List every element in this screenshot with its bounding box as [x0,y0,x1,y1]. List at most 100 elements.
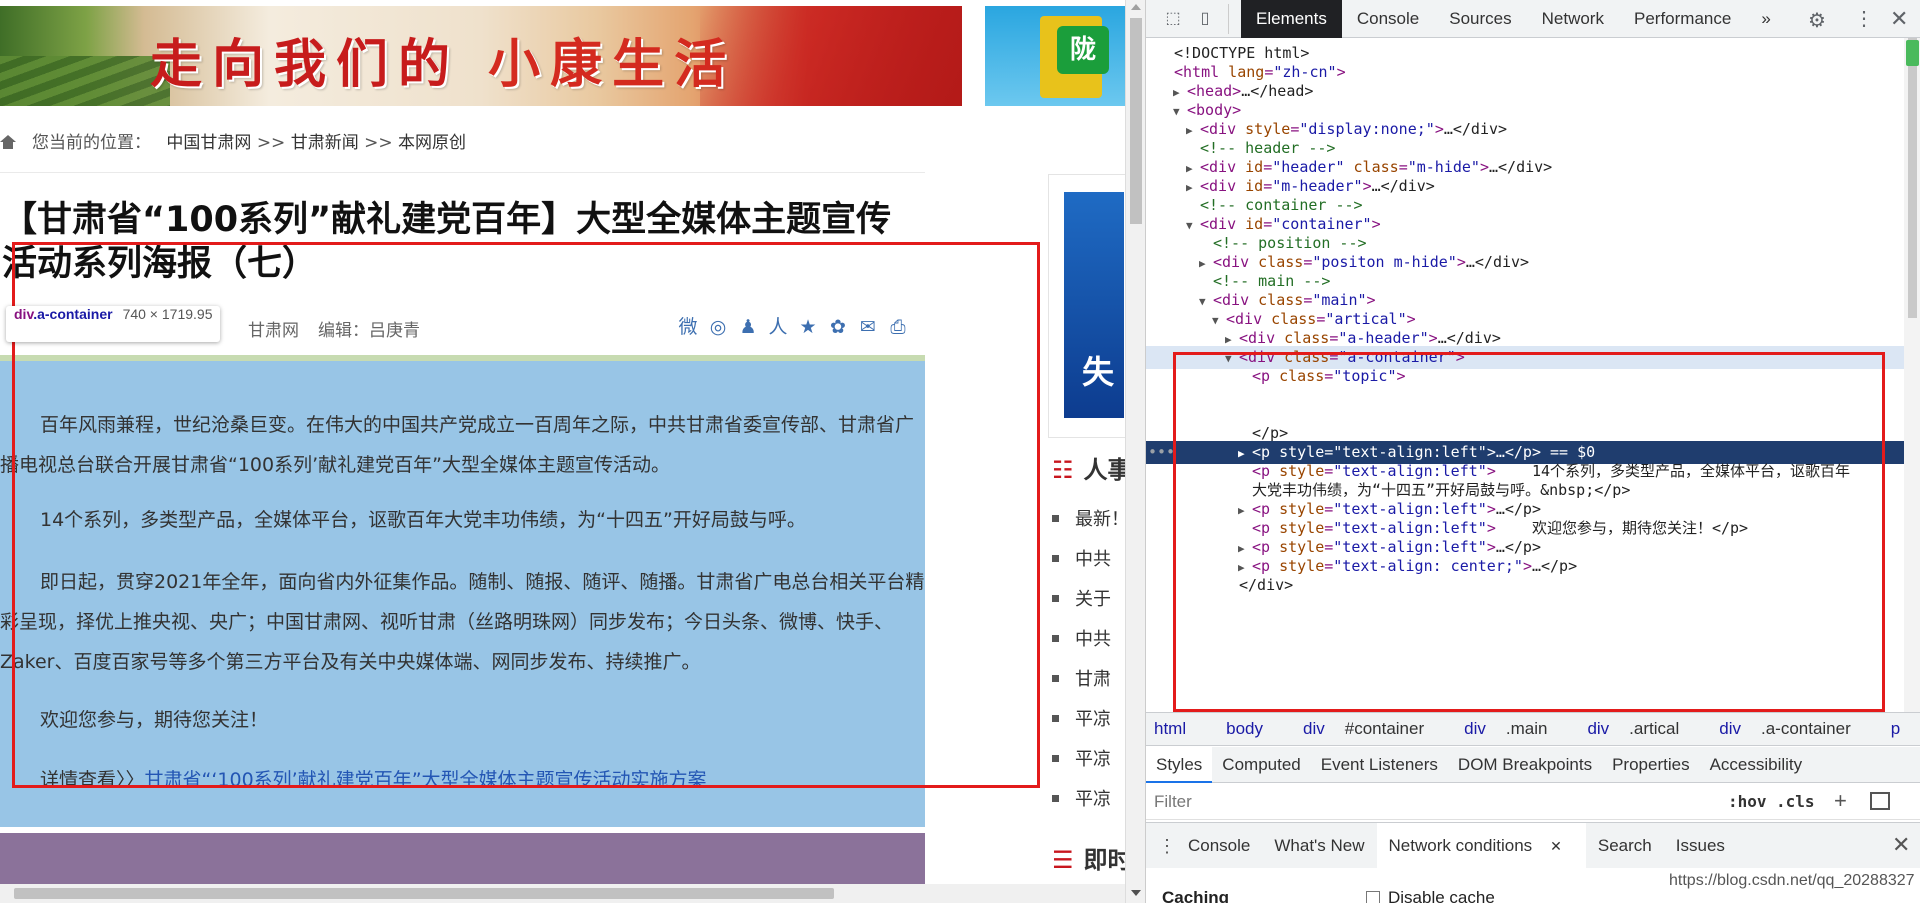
top-banner[interactable]: 走向我们的 小康生活 [0,6,962,106]
inspect-element-icon[interactable]: ⬚ [1162,8,1184,30]
close-icon[interactable]: ✕ [1890,6,1908,32]
devtools-panel: ⬚ ▯ Elements Console Sources Network Perform… [1145,0,1920,903]
dom-attr-name: style [1236,120,1291,138]
breadcrumb-item[interactable]: div .main [1464,719,1567,739]
side-banner[interactable]: 陇 [985,6,1125,106]
tab-accessibility[interactable]: Accessibility [1700,747,1813,783]
drawer-tab-console[interactable]: Console [1176,823,1262,869]
dom-attr-value: "positon m-hide" [1312,253,1457,271]
dom-tag: <head [1187,82,1233,100]
home-icon[interactable] [0,135,16,149]
dom-attr-name: class [1275,329,1330,347]
dom-comment: <!-- main --> [1213,272,1331,290]
scroll-down-icon[interactable] [1131,890,1141,896]
dom-attr-eq: = [1263,215,1273,233]
dom-attr-name: class [1249,291,1304,309]
drawer-menu-icon[interactable]: ⋮ [1146,823,1176,869]
dom-tag: <div [1200,158,1237,176]
dom-attr-eq: = [1263,158,1273,176]
dom-tag: <div [1200,120,1237,138]
dom-attr-value: "container" [1272,215,1372,233]
dom-tail: …</div> [1465,253,1530,271]
checkbox-icon[interactable] [1366,891,1380,903]
vertical-scrollbar[interactable] [1125,0,1145,903]
sidebar-ad[interactable]: 失 [1048,174,1126,438]
drawer-tab-what-s-new[interactable]: What's New [1262,823,1376,869]
tab-performance[interactable]: Performance [1619,0,1746,38]
dom-tag: > [1456,253,1466,271]
devtools-tabs: Elements Console Sources Network Performance… [1241,0,1786,38]
dom-tail: …</div> [1489,158,1553,176]
inspect-tooltip: div.a-container 740 × 1719.95 [6,306,221,342]
sidebar-heading: ☰ 即时 [1052,840,1132,875]
new-rule-icon[interactable]: + [1834,788,1847,814]
breadcrumb-link-news[interactable]: 甘肃新闻 [291,133,359,153]
devtools-toolbar: ⬚ ▯ Elements Console Sources Network Perform… [1146,0,1920,38]
list-item[interactable]: 最新！ [1052,505,1129,545]
breadcrumb-item[interactable]: html [1154,719,1206,739]
tab-dom-breakpoints[interactable]: DOM Breakpoints [1448,747,1602,783]
tab-computed[interactable]: Computed [1212,747,1310,783]
dom-attr-name: class [1262,310,1317,328]
scrollbar-thumb[interactable] [1130,18,1142,224]
tab-event-listeners[interactable]: Event Listeners [1311,747,1448,783]
cls-toggle[interactable]: .cls [1776,792,1815,811]
dom-scrollbar[interactable] [1904,38,1920,712]
drawer-tab-search[interactable]: Search [1586,823,1664,869]
tab-console[interactable]: Console [1342,0,1434,38]
breadcrumb-item[interactable]: body [1226,719,1283,739]
sidebar-toggle-icon[interactable] [1870,792,1890,810]
breadcrumb-item[interactable]: div #container [1303,719,1444,739]
dom-tail: …</div> [1437,329,1501,347]
drawer-close-icon[interactable]: ✕ [1892,832,1910,858]
dom-attr-value: "display:none;" [1299,120,1435,138]
list-item[interactable]: 甘肃 [1052,665,1129,705]
dom-attr-eq: = [1263,177,1273,195]
scroll-up-icon[interactable] [1131,4,1141,10]
list-item[interactable]: 平凉 [1052,745,1129,785]
sidebar-news-list: 最新！ 中共 关于 中共 甘肃 平凉 平凉 平凉 [1052,505,1129,825]
more-menu-icon[interactable]: ⋮ [1854,6,1874,31]
breadcrumb-tag: div [1587,719,1610,738]
tab-styles[interactable]: Styles [1146,747,1213,783]
breadcrumb-link-site[interactable]: 中国甘肃网 [166,133,251,153]
scrollbar-thumb[interactable] [1908,38,1917,318]
tab-sources[interactable]: Sources [1434,0,1526,38]
tab-network[interactable]: Network [1527,0,1619,38]
disable-cache-checkbox[interactable]: Disable cache [1366,888,1495,903]
dom-attr-name: class [1249,253,1304,271]
horizontal-scrollbar[interactable] [0,884,1125,903]
breadcrumb-tag: div [1303,719,1325,738]
list-item[interactable]: 平凉 [1052,785,1129,825]
tab-elements[interactable]: Elements [1241,0,1342,38]
dom-attr-eq: = [1290,120,1300,138]
dom-tag: <div [1239,329,1276,347]
list-item[interactable]: 中共 [1052,545,1129,585]
breadcrumb-item[interactable]: p [1891,719,1920,739]
drawer-tab-network-conditions[interactable]: Network conditions ✕ [1376,822,1586,869]
breadcrumb-item[interactable]: div .artical [1587,719,1699,739]
annotation-box [1173,352,1885,712]
banner-title: 走向我们的 小康生活 [150,22,736,97]
close-icon[interactable]: ✕ [1538,838,1574,854]
drawer-tab-issues[interactable]: Issues [1664,823,1737,869]
tab-properties[interactable]: Properties [1602,747,1699,783]
list-icon: ☰ [1052,846,1074,874]
list-item[interactable]: 中共 [1052,625,1129,665]
filter-input[interactable]: Filter [1154,792,1192,812]
dom-tail: …</div> [1443,120,1508,138]
gear-icon[interactable]: ⚙ [1808,8,1826,33]
breadcrumb-link-original[interactable]: 本网原创 [398,133,466,153]
dom-attr-value: "main" [1312,291,1367,309]
scrollbar-thumb[interactable] [14,888,834,899]
hov-toggle[interactable]: :hov [1728,792,1767,811]
banner-title-a: 走向我们的 [150,35,461,95]
element-breadcrumbs: html body div #container div .main div .artical… [1146,712,1920,746]
breadcrumb-sep: >> [364,133,393,153]
breadcrumb-item[interactable]: div .a-container [1719,719,1871,739]
dom-attr-name: id [1236,158,1264,176]
list-item[interactable]: 平凉 [1052,705,1129,745]
more-tabs-icon[interactable]: » [1746,0,1785,38]
list-item[interactable]: 关于 [1052,585,1129,625]
device-toggle-icon[interactable]: ▯ [1194,8,1216,30]
